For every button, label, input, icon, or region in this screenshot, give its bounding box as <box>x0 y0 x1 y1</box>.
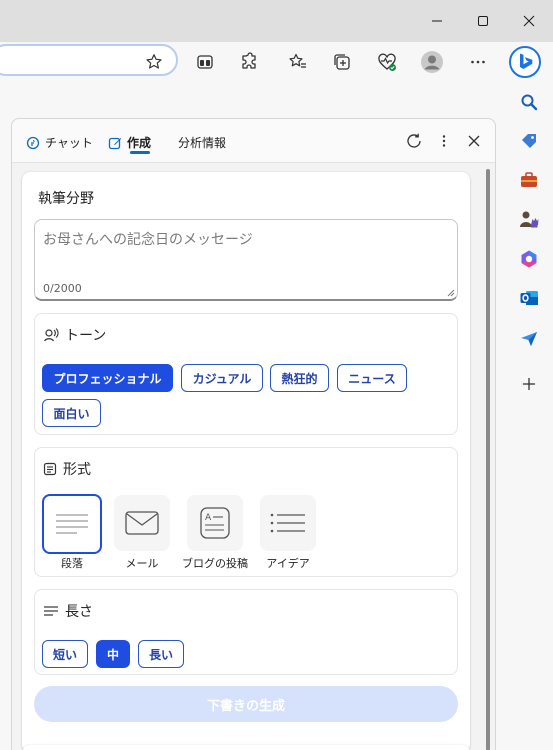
tone-chip-enthusiastic[interactable]: 熱狂的 <box>270 364 329 392</box>
tab-compose-label: 作成 <box>127 136 152 150</box>
format-label-ideas: アイデア <box>266 557 310 570</box>
close-icon <box>468 135 480 147</box>
generate-draft-button[interactable]: 下書きの生成 <box>34 686 458 722</box>
browser-toolbar <box>0 42 553 82</box>
format-option-paragraph[interactable] <box>42 494 102 554</box>
tab-insights[interactable]: 分析情報 <box>178 132 226 154</box>
length-chip-long[interactable]: 長い <box>138 640 184 668</box>
search-icon[interactable] <box>517 90 541 114</box>
topic-label: 執筆分野 <box>38 191 94 207</box>
bullet-list-icon <box>270 513 305 533</box>
close-window-button[interactable] <box>506 0 552 42</box>
add-icon[interactable] <box>517 372 541 396</box>
tone-section: トーン プロフェッショナル カジュアル 熱狂的 ニュース 面白い <box>34 313 458 435</box>
refresh-button[interactable] <box>402 129 426 153</box>
tab-chat[interactable]: チャット <box>26 132 93 154</box>
games-icon[interactable] <box>517 207 541 231</box>
compose-card: 執筆分野 お母さんへの記念日のメッセージ 0/2000 トーン プロフェッショナ… <box>22 172 470 750</box>
preview-card <box>22 745 470 750</box>
format-label-blog: ブログの投稿 <box>182 557 248 570</box>
maximize-button[interactable] <box>460 0 506 42</box>
outlook-icon[interactable] <box>517 286 541 310</box>
active-tab-indicator <box>130 151 150 154</box>
length-icon <box>44 606 58 616</box>
favorites-icon[interactable] <box>286 50 310 74</box>
maximize-icon <box>478 16 488 26</box>
topic-placeholder: お母さんへの記念日のメッセージ <box>43 232 253 248</box>
compose-icon <box>108 137 122 150</box>
tone-title-label: トーン <box>65 328 107 344</box>
split-screen-icon[interactable] <box>193 50 217 74</box>
format-icon <box>43 462 57 476</box>
copilot-icon[interactable] <box>509 46 541 78</box>
pane-scrollbar[interactable] <box>486 169 490 750</box>
tone-chip-professional[interactable]: プロフェッショナル <box>42 364 173 392</box>
paragraph-icon <box>56 514 88 534</box>
format-option-email[interactable] <box>114 495 170 551</box>
favorite-star-icon[interactable] <box>142 50 166 74</box>
format-label-email: メール <box>125 557 159 570</box>
more-icon[interactable] <box>466 50 490 74</box>
pane-header: チャット 作成 分析情報 <box>12 119 495 163</box>
page-content-area <box>0 82 11 750</box>
microsoft365-icon[interactable] <box>517 247 541 271</box>
minimize-icon <box>432 20 442 22</box>
svg-text:A: A <box>205 513 212 523</box>
pane-more-button[interactable] <box>432 129 456 153</box>
format-label-paragraph: 段落 <box>61 557 83 570</box>
length-title: 長さ <box>43 601 93 621</box>
title-bar <box>0 0 553 42</box>
minimize-button[interactable] <box>414 0 460 42</box>
length-chip-medium[interactable]: 中 <box>96 640 130 668</box>
tone-title: トーン <box>43 325 106 345</box>
shopping-icon[interactable] <box>517 129 541 153</box>
tone-chip-casual[interactable]: カジュアル <box>181 364 263 392</box>
length-chip-short[interactable]: 短い <box>42 640 88 668</box>
more-vertical-icon <box>442 135 446 147</box>
close-icon <box>523 15 535 27</box>
drop-icon[interactable] <box>517 327 541 351</box>
refresh-icon <box>407 133 421 148</box>
tab-insights-label: 分析情報 <box>178 136 227 150</box>
pane-close-button[interactable] <box>462 129 486 153</box>
edge-sidebar <box>505 82 553 750</box>
length-title-label: 長さ <box>65 604 93 620</box>
format-section: 形式 段落 メール A ブログの投稿 アイデア <box>34 447 458 577</box>
format-title: 形式 <box>43 459 91 479</box>
format-title-label: 形式 <box>63 462 91 478</box>
browser-essentials-icon[interactable] <box>375 50 399 74</box>
tools-icon[interactable] <box>517 168 541 192</box>
tone-icon <box>43 328 59 342</box>
resize-grip-icon[interactable] <box>447 289 455 297</box>
mail-icon <box>125 511 159 535</box>
tab-chat-label: チャット <box>45 136 93 150</box>
format-option-blog[interactable]: A <box>187 495 243 551</box>
blog-post-icon: A <box>200 507 230 539</box>
topic-input[interactable]: お母さんへの記念日のメッセージ 0/2000 <box>34 219 458 301</box>
format-option-ideas[interactable] <box>260 495 316 551</box>
extensions-icon[interactable] <box>238 50 262 74</box>
tone-chip-funny[interactable]: 面白い <box>42 399 101 427</box>
collections-icon[interactable] <box>330 50 354 74</box>
char-count: 0/2000 <box>43 282 82 295</box>
copilot-pane: チャット 作成 分析情報 執筆分野 お母さんへの記念日のメッセージ 0/2000 <box>11 118 496 750</box>
profile-avatar-icon[interactable] <box>420 50 444 74</box>
length-section: 長さ 短い 中 長い <box>34 589 458 675</box>
tone-chip-news[interactable]: ニュース <box>337 364 407 392</box>
chat-icon <box>26 136 40 150</box>
address-bar[interactable] <box>0 44 178 76</box>
